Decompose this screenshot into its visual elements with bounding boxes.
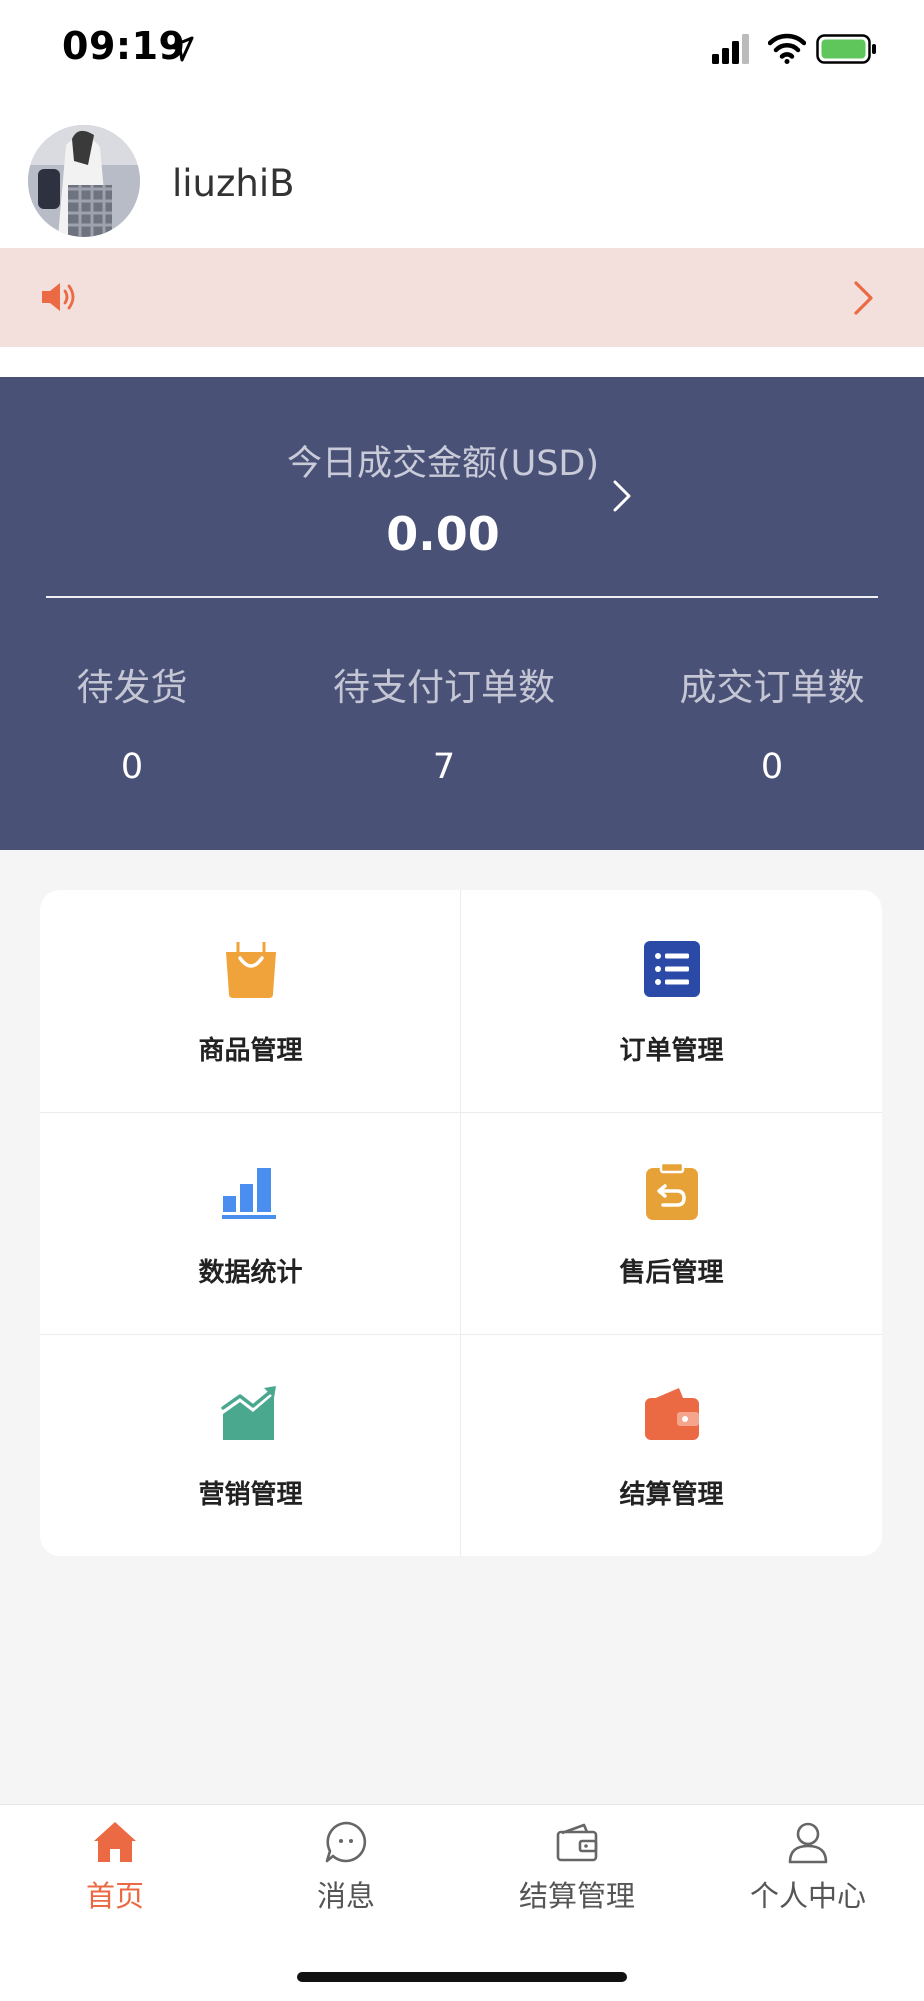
home-icon — [94, 1822, 136, 1862]
menu-after-sales[interactable]: 售后管理 — [461, 1112, 882, 1334]
trend-chart-icon — [221, 1386, 276, 1440]
tab-home[interactable]: 首页 — [25, 1819, 205, 1915]
stats-divider — [46, 596, 878, 598]
header-spacer — [0, 347, 924, 377]
username: liuzhiB — [172, 162, 295, 205]
tab-label: 结算管理 — [518, 1879, 635, 1913]
stat-label: 待支付订单数 — [333, 666, 555, 709]
stat-pending-shipment[interactable]: 待发货 0 — [0, 657, 282, 787]
stat-label: 待发货 — [76, 666, 188, 709]
menu-label: 营销管理 — [198, 1480, 303, 1510]
message-icon — [325, 1821, 367, 1863]
menu-settlement[interactable]: 结算管理 — [461, 1334, 882, 1556]
stats-panel: 今日成交金额(USD) 0.00 待发货 0 待支付订单数 7 成交订单数 0 — [0, 377, 924, 850]
stat-value: 0 — [120, 747, 144, 787]
home-indicator[interactable] — [297, 1972, 627, 1982]
menu-label: 售后管理 — [619, 1258, 724, 1288]
status-bar: 09:19 — [0, 0, 924, 100]
user-header: liuzhiB — [0, 100, 924, 248]
stat-pending-payment[interactable]: 待支付订单数 7 — [294, 657, 594, 787]
menu-product-management[interactable]: 商品管理 — [40, 890, 461, 1112]
stat-completed-orders[interactable]: 成交订单数 0 — [622, 657, 922, 787]
menu-data-statistics[interactable]: 数据统计 — [40, 1112, 461, 1334]
menu-grid: 商品管理 订单管理 数据统计 售后管理 营销管理 结算管理 — [40, 890, 882, 1556]
wallet-icon — [556, 1823, 598, 1862]
tab-label: 个人中心 — [749, 1879, 866, 1913]
tab-label: 首页 — [85, 1879, 144, 1913]
today-amount-value: 0.00 — [386, 507, 500, 561]
wallet-icon — [645, 1388, 699, 1440]
bar-chart-icon — [222, 1168, 276, 1219]
menu-label: 订单管理 — [619, 1036, 724, 1066]
today-amount-label: 今日成交金额(USD) — [286, 444, 600, 484]
shopping-bag-icon — [226, 942, 276, 998]
menu-order-management[interactable]: 订单管理 — [461, 890, 882, 1112]
avatar[interactable] — [28, 125, 140, 237]
stat-value: 7 — [432, 747, 456, 787]
tab-messages[interactable]: 消息 — [256, 1819, 436, 1915]
tab-profile[interactable]: 个人中心 — [718, 1819, 898, 1915]
status-time: 09:19 — [62, 24, 186, 68]
menu-label: 结算管理 — [619, 1480, 724, 1510]
wifi-icon — [768, 33, 806, 64]
location-arrow-icon — [168, 36, 194, 62]
tab-settlement[interactable]: 结算管理 — [487, 1819, 667, 1915]
user-icon — [788, 1822, 828, 1864]
order-list-icon — [644, 941, 700, 997]
stat-value: 0 — [760, 747, 784, 787]
cellular-signal-icon — [712, 34, 749, 64]
stat-label: 成交订单数 — [679, 666, 865, 709]
menu-label: 数据统计 — [198, 1258, 303, 1288]
menu-label: 商品管理 — [198, 1036, 303, 1066]
speaker-icon — [42, 283, 75, 311]
return-clipboard-icon — [646, 1161, 698, 1220]
tab-label: 消息 — [316, 1879, 375, 1913]
avatar-photo — [28, 125, 140, 237]
battery-icon — [816, 34, 876, 64]
chevron-right-icon[interactable] — [852, 280, 876, 316]
notice-bar[interactable] — [0, 248, 924, 347]
menu-marketing[interactable]: 营销管理 — [40, 1334, 461, 1556]
